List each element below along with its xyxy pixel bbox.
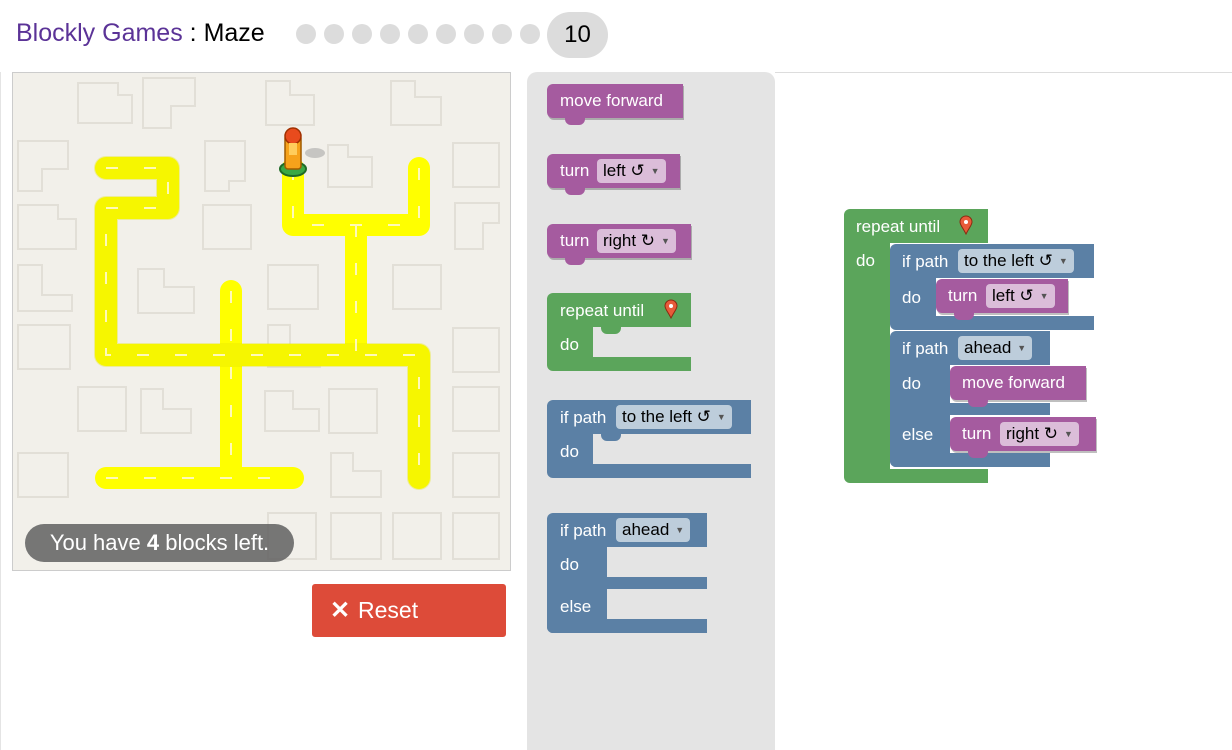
reset-label: Reset xyxy=(358,597,419,623)
level-dot-4[interactable] xyxy=(380,24,400,44)
ws-if2-option: ahead xyxy=(964,338,1012,357)
turn-right-option: right ↻ xyxy=(603,231,656,250)
move-forward-label: move forward xyxy=(560,91,663,110)
ws-repeat-do: do xyxy=(856,251,875,270)
maze-board xyxy=(12,72,511,571)
workspace-repeat-until-block[interactable]: repeat until do if path to the left ↺ ▼ d… xyxy=(844,209,1096,485)
level-dot-7[interactable] xyxy=(464,24,484,44)
toolbox-move-forward-block[interactable]: move forward xyxy=(547,84,683,125)
if-path-ahead-else: else xyxy=(560,597,592,616)
level-dot-9[interactable] xyxy=(520,24,540,44)
left-border xyxy=(0,72,1,750)
toolbox-turn-left-block[interactable]: turn left ↺ ▼ xyxy=(547,154,680,195)
turn-right-word: turn xyxy=(560,231,590,250)
turn-left-option: left ↺ xyxy=(603,161,645,180)
ws-if1-do: do xyxy=(902,288,921,307)
if-path-left-label: if path xyxy=(560,408,607,427)
if-path-left-dropdown[interactable]: to the left ↺ ▼ xyxy=(616,405,732,429)
ws-turn-right-dropdown[interactable]: right ↻ ▼ xyxy=(1000,422,1079,446)
if-path-ahead-label: if path xyxy=(560,521,607,540)
blocks-left-capsule: You have 4 blocks left. xyxy=(25,524,294,562)
reset-button[interactable]: ✕ Reset xyxy=(312,584,506,637)
level-dot-2[interactable] xyxy=(324,24,344,44)
ws-move-forward-label: move forward xyxy=(962,373,1065,392)
ws-if2-dropdown[interactable]: ahead ▼ xyxy=(958,336,1033,360)
ws-if1-label: if path xyxy=(902,252,949,271)
header: Blockly Games : Maze 10 xyxy=(0,0,1232,72)
current-level-badge[interactable]: 10 xyxy=(547,12,608,58)
blocks-left-suffix: blocks left. xyxy=(159,530,270,555)
ws-if1-dropdown[interactable]: to the left ↺ ▼ xyxy=(958,249,1074,273)
if-path-ahead-option: ahead xyxy=(622,520,670,539)
ws-goal-marker-icon xyxy=(959,215,973,235)
ws-if1-option: to the left ↺ xyxy=(964,251,1053,270)
ws-if-path-left-block[interactable]: if path to the left ↺ ▼ do turn left ↺ ▼ xyxy=(890,244,1094,330)
repeat-do-label: do xyxy=(560,335,579,354)
ws-turn-left-dropdown[interactable]: left ↺ ▼ xyxy=(986,284,1055,308)
level-dot-1[interactable] xyxy=(296,24,316,44)
ws-move-forward-block[interactable]: move forward xyxy=(950,366,1086,407)
ws-turn-right-option: right ↻ xyxy=(1006,424,1059,443)
pegman-icon xyxy=(279,127,325,177)
if-path-left-do: do xyxy=(560,442,579,461)
ws-repeat-label: repeat until xyxy=(856,217,941,236)
ws-turn-left-block[interactable]: turn left ↺ ▼ xyxy=(936,279,1068,320)
level-dot-5[interactable] xyxy=(408,24,428,44)
toolbox-if-path-left-block[interactable]: if path to the left ↺ ▼ do xyxy=(547,400,751,478)
toolbox-repeat-until-block[interactable]: repeat until do xyxy=(547,293,691,371)
page-title: Blockly Games : Maze xyxy=(16,19,265,48)
title-separator: : xyxy=(182,19,204,47)
workspace: repeat until do if path to the left ↺ ▼ d… xyxy=(775,73,1232,750)
ws-if2-else: else xyxy=(902,425,934,444)
ws-turn-left-option: left ↺ xyxy=(992,286,1034,305)
turn-right-dropdown[interactable]: right ↻ ▼ xyxy=(597,229,676,253)
ws-turn-right-block[interactable]: turn right ↻ ▼ xyxy=(950,417,1096,458)
if-path-ahead-do: do xyxy=(560,555,579,574)
if-path-ahead-dropdown[interactable]: ahead ▼ xyxy=(616,518,691,542)
repeat-until-label: repeat until xyxy=(560,301,645,320)
level-dot-8[interactable] xyxy=(492,24,512,44)
app-home-link[interactable]: Blockly Games xyxy=(16,19,183,47)
turn-left-word: turn xyxy=(560,161,590,180)
toolbox-turn-right-block[interactable]: turn right ↻ ▼ xyxy=(547,224,691,265)
toolbox-flyout: move forward turn left ↺ ▼ turn right ↻ ▼ … xyxy=(527,72,775,750)
ws-if-path-ahead-block[interactable]: if path ahead ▼ do else move forward turn… xyxy=(890,331,1096,467)
turn-left-dropdown[interactable]: left ↺ ▼ xyxy=(597,159,666,183)
ws-if2-do: do xyxy=(902,374,921,393)
blocks-left-prefix: You have xyxy=(49,530,147,555)
ws-if2-label: if path xyxy=(902,339,949,358)
maze-drawing xyxy=(17,77,500,560)
level-dot-3[interactable] xyxy=(352,24,372,44)
close-icon: ✕ xyxy=(330,597,351,624)
ws-turn-left-word: turn xyxy=(948,286,978,305)
game-name: Maze xyxy=(203,19,265,47)
blocks-left-count: 4 xyxy=(146,530,160,555)
if-path-left-option: to the left ↺ xyxy=(622,407,711,426)
level-dot-6[interactable] xyxy=(436,24,456,44)
ws-turn-right-word: turn xyxy=(962,424,992,443)
toolbox-if-path-ahead-block[interactable]: if path ahead ▼ do else xyxy=(547,513,707,633)
goal-marker-icon xyxy=(664,299,678,319)
